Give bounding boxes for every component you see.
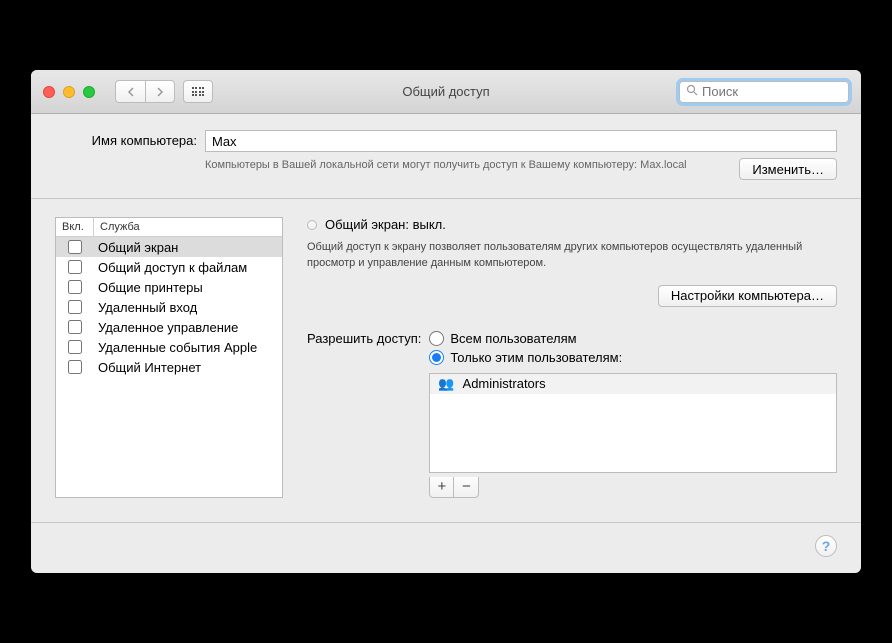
service-row[interactable]: Общий Интернет <box>56 357 282 377</box>
service-label: Удаленные события Apple <box>94 340 282 355</box>
column-header-service[interactable]: Служба <box>94 218 282 236</box>
access-section: Разрешить доступ: Всем пользователям Тол… <box>307 331 837 498</box>
computer-name-input[interactable] <box>205 130 837 152</box>
computer-name-help: Компьютеры в Вашей локальной сети могут … <box>205 158 739 173</box>
nav-buttons <box>115 80 175 103</box>
help-button[interactable]: ? <box>815 535 837 557</box>
remove-user-button[interactable]: − <box>454 477 478 497</box>
show-all-button[interactable] <box>183 80 213 103</box>
minimize-button[interactable] <box>63 86 75 98</box>
service-checkbox-cell <box>56 360 94 374</box>
users-list[interactable]: 👥 Administrators <box>429 373 837 473</box>
users-group-icon: 👥 <box>438 376 454 392</box>
service-row[interactable]: Общий доступ к файлам <box>56 257 282 277</box>
edit-name-button[interactable]: Изменить… <box>739 158 837 180</box>
status-row: Общий экран: выкл. <box>307 217 837 232</box>
service-checkbox-cell <box>56 300 94 314</box>
service-row[interactable]: Удаленные события Apple <box>56 337 282 357</box>
services-list: Общий экран Общий доступ к файлам Общие пр… <box>56 237 282 497</box>
service-row[interactable]: Общий экран <box>56 237 282 257</box>
user-name: Administrators <box>463 376 546 391</box>
column-header-on[interactable]: Вкл. <box>56 218 94 236</box>
radio-only-users[interactable]: Только этим пользователям: <box>429 350 837 365</box>
close-button[interactable] <box>43 86 55 98</box>
back-button[interactable] <box>115 80 145 103</box>
user-list-controls: + − <box>429 477 479 498</box>
sharing-prefs-window: Общий доступ Имя компьютера: Компьютеры … <box>31 70 861 573</box>
computer-name-label: Имя компьютера: <box>55 130 205 148</box>
service-enable-checkbox[interactable] <box>68 360 82 374</box>
services-header: Вкл. Служба <box>56 218 282 237</box>
content: Имя компьютера: Компьютеры в Вашей локал… <box>31 114 861 573</box>
service-enable-checkbox[interactable] <box>68 300 82 314</box>
service-enable-checkbox[interactable] <box>68 240 82 254</box>
radio-only-label: Только этим пользователям: <box>450 350 622 365</box>
access-radio-group: Всем пользователям Только этим пользоват… <box>429 331 837 498</box>
grid-icon <box>192 87 205 96</box>
service-label: Удаленный вход <box>94 300 282 315</box>
service-enable-checkbox[interactable] <box>68 340 82 354</box>
add-user-button[interactable]: + <box>430 477 454 497</box>
service-row[interactable]: Общие принтеры <box>56 277 282 297</box>
service-label: Общий экран <box>94 240 282 255</box>
search-field[interactable] <box>679 81 849 103</box>
main-section: Вкл. Служба Общий экран Общий доступ к фа… <box>55 199 837 498</box>
user-row[interactable]: 👥 Administrators <box>430 374 836 394</box>
access-label: Разрешить доступ: <box>307 331 421 346</box>
search-icon <box>686 84 698 99</box>
radio-only-input[interactable] <box>429 350 444 365</box>
radio-all-input[interactable] <box>429 331 444 346</box>
maximize-button[interactable] <box>83 86 95 98</box>
window-title: Общий доступ <box>402 84 489 99</box>
radio-all-users[interactable]: Всем пользователям <box>429 331 837 346</box>
service-label: Удаленное управление <box>94 320 282 335</box>
service-row[interactable]: Удаленный вход <box>56 297 282 317</box>
service-enable-checkbox[interactable] <box>68 260 82 274</box>
forward-button[interactable] <box>145 80 175 103</box>
service-label: Общий доступ к файлам <box>94 260 282 275</box>
service-enable-checkbox[interactable] <box>68 280 82 294</box>
computer-settings-button[interactable]: Настройки компьютера… <box>658 285 837 307</box>
service-checkbox-cell <box>56 340 94 354</box>
service-checkbox-cell <box>56 240 94 254</box>
detail-pane: Общий экран: выкл. Общий доступ к экрану… <box>307 217 837 498</box>
titlebar: Общий доступ <box>31 70 861 114</box>
service-checkbox-cell <box>56 260 94 274</box>
service-description: Общий доступ к экрану позволяет пользова… <box>307 240 837 271</box>
service-checkbox-cell <box>56 280 94 294</box>
service-label: Общие принтеры <box>94 280 282 295</box>
status-indicator-icon <box>307 220 317 230</box>
footer: ? <box>31 522 861 557</box>
chevron-right-icon <box>156 87 164 97</box>
radio-all-label: Всем пользователям <box>450 331 576 346</box>
window-controls <box>43 86 95 98</box>
services-pane: Вкл. Служба Общий экран Общий доступ к фа… <box>55 217 283 498</box>
computer-name-section: Имя компьютера: Компьютеры в Вашей локал… <box>55 130 837 180</box>
service-label: Общий Интернет <box>94 360 282 375</box>
service-enable-checkbox[interactable] <box>68 320 82 334</box>
service-row[interactable]: Удаленное управление <box>56 317 282 337</box>
service-checkbox-cell <box>56 320 94 334</box>
chevron-left-icon <box>127 87 135 97</box>
search-input[interactable] <box>702 84 842 99</box>
status-text: Общий экран: выкл. <box>325 217 446 232</box>
